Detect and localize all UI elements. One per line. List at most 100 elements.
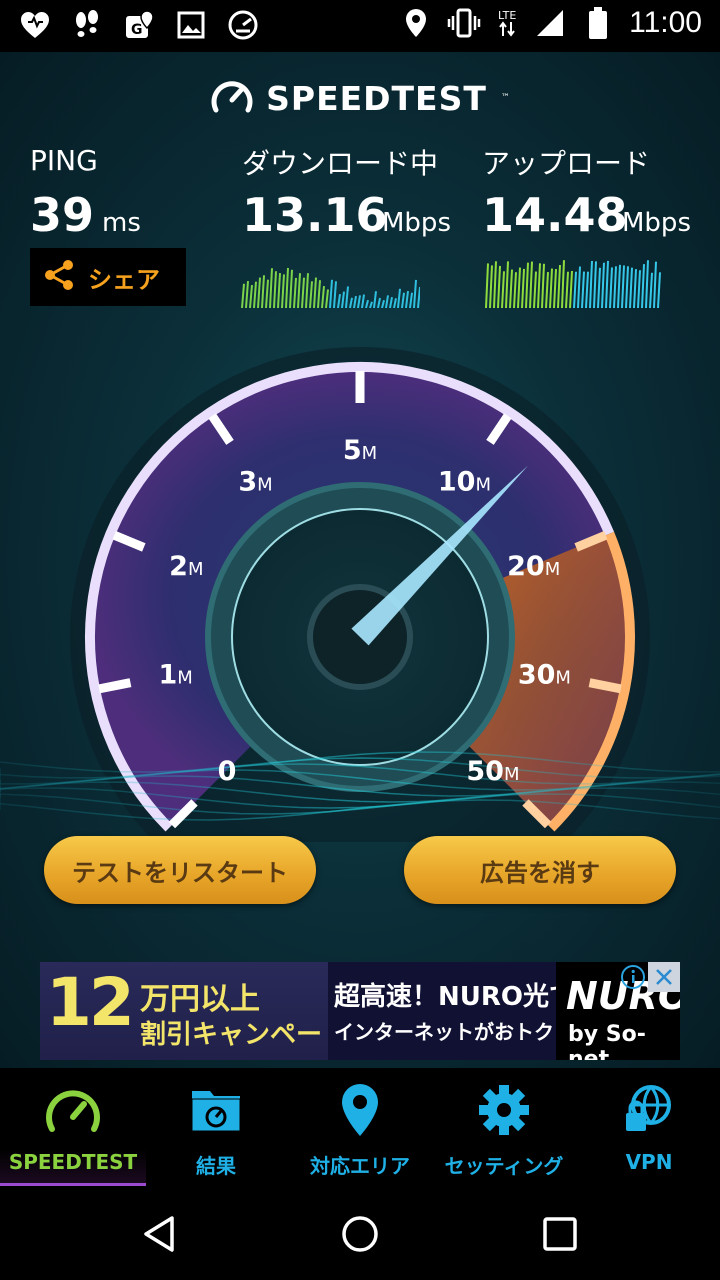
graph-bar bbox=[629, 267, 633, 308]
graph-bar bbox=[593, 261, 597, 308]
nav-label: 結果 bbox=[196, 1154, 236, 1178]
graph-bar bbox=[565, 271, 569, 308]
speed-gauge: 01M2M3M5M10M20M30M50M bbox=[0, 347, 720, 842]
nav-label: SPEEDTEST bbox=[8, 1150, 138, 1174]
graph-bar bbox=[553, 268, 557, 308]
graph-bar bbox=[557, 264, 561, 308]
graph-bar bbox=[657, 272, 661, 308]
ad-info-icon[interactable] bbox=[620, 964, 646, 994]
gauge-tick bbox=[98, 678, 132, 694]
status-bar: G LTE 11:00 bbox=[0, 0, 720, 52]
graph-bar bbox=[321, 285, 325, 308]
nav-speedtest[interactable]: SPEEDTEST bbox=[0, 1068, 146, 1186]
download-unit: Mbps bbox=[382, 208, 451, 238]
graph-bar bbox=[345, 286, 349, 308]
footprints-icon bbox=[70, 8, 104, 42]
graph-bar bbox=[277, 272, 281, 308]
graph-bar bbox=[413, 279, 417, 308]
system-navigation-bar bbox=[0, 1186, 720, 1280]
share-icon bbox=[42, 258, 76, 296]
graph-bar bbox=[393, 298, 397, 308]
graph-bar bbox=[309, 281, 313, 308]
graph-bar bbox=[573, 271, 577, 308]
share-button[interactable]: シェア bbox=[30, 248, 186, 306]
graph-bar bbox=[281, 274, 285, 308]
ad-copy-panel: 超高速！NURO光で インターネットがおトク！ bbox=[328, 962, 575, 1060]
gauge-label: 0 bbox=[218, 756, 237, 787]
graph-bar bbox=[505, 261, 509, 308]
graph-bar bbox=[349, 297, 353, 308]
graph-bar bbox=[313, 277, 317, 308]
download-speed-graph bbox=[241, 267, 420, 308]
share-label: シェア bbox=[88, 265, 160, 294]
back-icon[interactable] bbox=[140, 1214, 180, 1258]
graph-bar bbox=[533, 271, 537, 308]
graph-bar bbox=[269, 268, 273, 308]
speedometer-icon bbox=[226, 8, 260, 42]
graph-bar bbox=[365, 299, 369, 308]
battery-icon bbox=[581, 6, 615, 40]
graph-bar bbox=[409, 292, 413, 308]
graph-bar bbox=[301, 277, 305, 308]
graph-bar bbox=[549, 268, 553, 308]
graph-bar bbox=[261, 275, 265, 308]
clock: 11:00 bbox=[629, 6, 702, 39]
svg-text:G: G bbox=[131, 22, 143, 38]
results-folder-icon bbox=[188, 1082, 244, 1138]
map-pin-icon bbox=[340, 1082, 380, 1138]
ad-line1: 万円以上 bbox=[140, 982, 260, 1017]
graph-bar bbox=[641, 264, 645, 308]
graph-bar bbox=[389, 297, 393, 308]
ad-close-icon[interactable] bbox=[648, 962, 680, 992]
lte-indicator: LTE bbox=[495, 6, 519, 40]
ad-line2: 割引キャンペーン bbox=[140, 1020, 323, 1060]
graph-bar bbox=[609, 267, 613, 308]
ping-label: PING bbox=[30, 144, 98, 177]
nav-results[interactable]: 結果 bbox=[146, 1068, 286, 1186]
graph-bar bbox=[633, 269, 637, 308]
home-icon[interactable] bbox=[340, 1214, 380, 1258]
graph-bar bbox=[637, 270, 641, 308]
graph-bar bbox=[361, 294, 365, 308]
signal-icon bbox=[533, 6, 567, 40]
graph-bar bbox=[585, 271, 589, 308]
graph-bar bbox=[597, 267, 601, 308]
graph-bar bbox=[537, 263, 541, 308]
graph-bar bbox=[509, 269, 513, 308]
graph-bar bbox=[525, 262, 529, 308]
graph-bar bbox=[257, 277, 261, 308]
graph-bar bbox=[317, 280, 321, 308]
graph-bar bbox=[653, 261, 657, 308]
location-icon bbox=[399, 6, 433, 40]
graph-bar bbox=[545, 272, 549, 308]
ad-banner[interactable]: 12 万円以上 割引キャンペーン 超高速！NURO光で インターネットがおトク！… bbox=[40, 962, 680, 1060]
graph-bar bbox=[485, 263, 489, 308]
ping-unit: ms bbox=[102, 208, 141, 238]
upload-value: 14.48 bbox=[482, 188, 628, 242]
graph-bar bbox=[273, 271, 277, 308]
ad-line4: インターネットがおトク！ bbox=[334, 1020, 574, 1044]
ad-big-number: 12 bbox=[46, 964, 135, 1041]
nav-settings[interactable]: セッティング bbox=[434, 1068, 574, 1186]
graph-bar bbox=[577, 266, 581, 308]
restart-test-button[interactable]: テストをリスタート bbox=[44, 836, 316, 904]
speedometer-logo-icon bbox=[210, 76, 254, 120]
graph-bar bbox=[581, 271, 585, 308]
nav-coverage-area[interactable]: 対応エリア bbox=[290, 1068, 430, 1186]
graph-bar bbox=[613, 266, 617, 308]
graph-bar bbox=[337, 293, 341, 308]
graph-bar bbox=[621, 265, 625, 308]
graph-bar bbox=[529, 261, 533, 308]
remove-ads-button[interactable]: 広告を消す bbox=[404, 836, 676, 904]
recents-icon[interactable] bbox=[542, 1216, 578, 1256]
trademark: ™ bbox=[500, 93, 510, 103]
photo-icon bbox=[174, 8, 208, 42]
graph-bar bbox=[381, 299, 385, 308]
graph-bar bbox=[569, 270, 573, 308]
nav-vpn[interactable]: VPN bbox=[578, 1068, 720, 1186]
graph-bar bbox=[253, 281, 257, 308]
graph-bar bbox=[405, 290, 409, 308]
graph-bar bbox=[517, 267, 521, 308]
vibrate-icon bbox=[447, 6, 481, 40]
graph-bar bbox=[297, 273, 301, 308]
